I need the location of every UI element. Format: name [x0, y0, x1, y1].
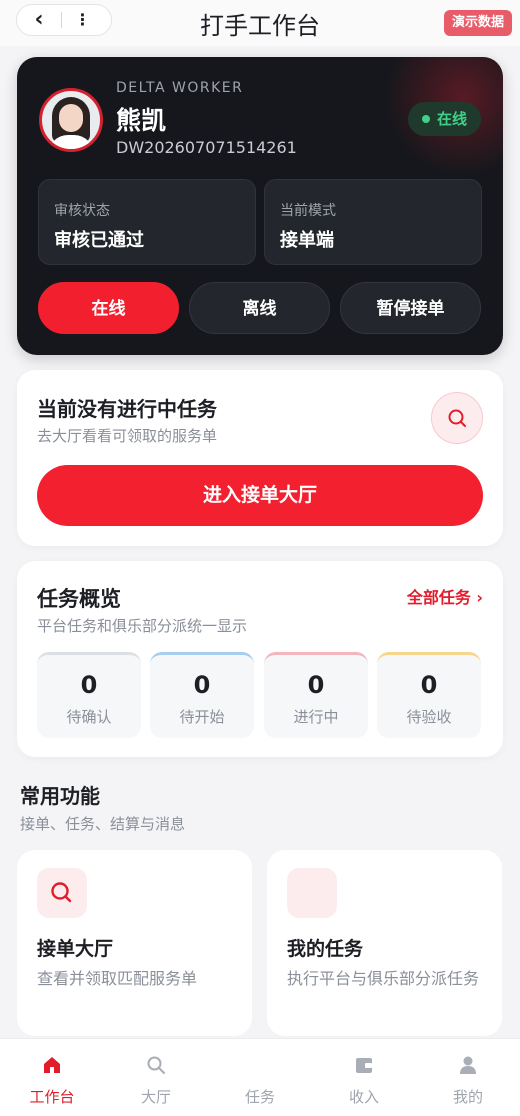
tab-tasks[interactable]: 任务 — [208, 1039, 312, 1116]
current-mode-label: 当前模式 — [280, 203, 336, 219]
worker-id: DW202607071514261 — [116, 138, 297, 157]
review-status-value: 审核已通过 — [54, 230, 144, 251]
task-overview-card: 任务概览 平台任务和俱乐部分派统一显示 全部任务 › 0 待确认 0 待开始 0… — [17, 561, 503, 757]
tab-label: 任务 — [244, 1088, 275, 1106]
review-status-box: 审核状态 审核已通过 — [38, 179, 256, 265]
offline-mode-button[interactable]: 离线 — [189, 282, 330, 334]
function-title: 我的任务 — [287, 938, 364, 960]
home-icon — [44, 1057, 60, 1073]
pause-orders-button[interactable]: 暂停接单 — [340, 282, 481, 334]
search-icon — [448, 409, 466, 427]
current-task-title: 当前没有进行中任务 — [37, 397, 217, 421]
app-header: ‹ ⋮ 打手工作台 演示数据 — [0, 0, 520, 46]
current-task-subtitle: 去大厅看看可领取的服务单 — [37, 427, 218, 445]
enter-order-hall-button[interactable]: 进入接单大厅 — [37, 465, 483, 526]
stat-pending-start[interactable]: 0 待开始 — [150, 652, 254, 738]
stat-value: 0 — [193, 671, 211, 699]
function-title: 接单大厅 — [37, 938, 114, 960]
tab-label: 大厅 — [140, 1088, 171, 1106]
function-icon-box — [37, 868, 87, 918]
status-dot-icon — [421, 115, 430, 123]
stat-label: 进行中 — [293, 708, 339, 726]
stat-label: 待确认 — [66, 708, 112, 726]
tab-mine[interactable]: 我的 — [416, 1039, 520, 1116]
worker-profile-card: DELTA WORKER 熊凯 DW202607071514261 在线 审核状… — [17, 57, 503, 355]
function-description: 查看并领取匹配服务单 — [37, 969, 198, 988]
tab-label: 我的 — [452, 1088, 483, 1106]
wallet-icon — [356, 1058, 372, 1073]
tab-label: 收入 — [348, 1088, 379, 1106]
current-mode-value: 接单端 — [280, 230, 334, 251]
tab-label: 工作台 — [29, 1088, 75, 1106]
task-icon — [287, 868, 337, 918]
my-tasks-function-card[interactable]: 我的任务 执行平台与俱乐部分派任务 — [267, 850, 502, 1036]
bottom-tab-bar: 工作台 大厅 任务 收入 我的 — [0, 1038, 520, 1116]
stat-value: 0 — [420, 671, 438, 699]
current-task-card: 当前没有进行中任务 去大厅看看可领取的服务单 进入接单大厅 — [17, 370, 503, 546]
functions-section-subtitle: 接单、任务、结算与消息 — [20, 815, 186, 833]
tab-hall[interactable]: 大厅 — [104, 1039, 208, 1116]
all-tasks-link[interactable]: 全部任务 › — [407, 584, 483, 608]
stat-label: 待验收 — [406, 708, 452, 726]
tab-income[interactable]: 收入 — [312, 1039, 416, 1116]
functions-section-title: 常用功能 — [20, 784, 100, 808]
current-mode-box: 当前模式 接单端 — [264, 179, 482, 265]
stat-pending-accept[interactable]: 0 待验收 — [377, 652, 481, 738]
demo-data-badge[interactable]: 演示数据 — [443, 10, 512, 36]
stat-in-progress[interactable]: 0 进行中 — [264, 652, 368, 738]
online-status-badge: 在线 — [407, 102, 481, 136]
search-button[interactable] — [431, 392, 483, 444]
overview-subtitle: 平台任务和俱乐部分派统一显示 — [37, 617, 248, 635]
online-status-label: 在线 — [436, 110, 467, 128]
stat-pending-confirm[interactable]: 0 待确认 — [37, 652, 141, 738]
page-title: 打手工作台 — [200, 12, 320, 40]
brand-label: DELTA WORKER — [116, 80, 244, 96]
worker-name: 熊凯 — [116, 106, 167, 135]
overview-title: 任务概览 — [37, 587, 121, 611]
avatar[interactable] — [39, 88, 103, 152]
search-icon — [147, 1056, 165, 1074]
function-description: 执行平台与俱乐部分派任务 — [287, 969, 480, 988]
review-status-label: 审核状态 — [54, 203, 110, 219]
search-icon — [51, 882, 72, 903]
tab-workbench[interactable]: 工作台 — [0, 1039, 104, 1116]
stat-value: 0 — [80, 671, 98, 699]
user-icon — [460, 1056, 476, 1074]
stat-label: 待开始 — [179, 708, 225, 726]
order-hall-function-card[interactable]: 接单大厅 查看并领取匹配服务单 — [17, 850, 252, 1036]
stat-value: 0 — [307, 671, 325, 699]
online-mode-button[interactable]: 在线 — [38, 282, 179, 334]
